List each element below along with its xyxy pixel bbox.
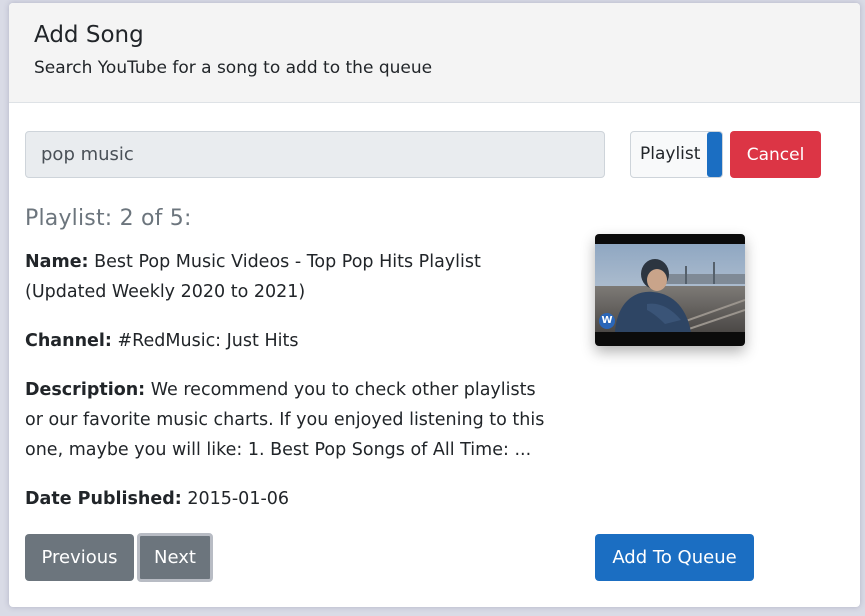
result-info: Name: Best Pop Music Videos - Top Pop Hi… [25, 247, 555, 533]
modal-header: Add Song Search YouTube for a song to ad… [9, 3, 860, 103]
result-channel: Channel: #RedMusic: Just Hits [25, 326, 555, 356]
add-to-queue-button[interactable]: Add To Queue [595, 534, 754, 581]
date-value: 2015-01-06 [187, 489, 290, 509]
previous-button[interactable]: Previous [25, 534, 134, 581]
next-button[interactable]: Next [137, 533, 213, 582]
playlist-toggle-label: Playlist [640, 144, 701, 164]
channel-label: Channel: [25, 331, 112, 351]
name-label: Name: [25, 252, 89, 272]
modal-subtitle: Search YouTube for a song to add to the … [34, 58, 433, 78]
thumbnail-image [595, 244, 745, 332]
channel-value: #RedMusic: Just Hits [117, 331, 299, 351]
result-date: Date Published: 2015-01-06 [25, 484, 555, 514]
result-description: Description: We recommend you to check o… [25, 375, 555, 465]
playlist-toggle[interactable]: Playlist [630, 131, 723, 178]
video-thumbnail: W [595, 234, 745, 346]
name-value: Best Pop Music Videos - Top Pop Hits Pla… [25, 252, 481, 302]
search-input[interactable] [25, 131, 605, 178]
result-heading: Playlist: 2 of 5: [25, 206, 192, 231]
description-label: Description: [25, 380, 146, 400]
date-label: Date Published: [25, 489, 182, 509]
result-name: Name: Best Pop Music Videos - Top Pop Hi… [25, 247, 555, 307]
cancel-button[interactable]: Cancel [730, 131, 821, 178]
modal-title: Add Song [34, 22, 144, 48]
toggle-knob[interactable] [707, 132, 722, 177]
warner-music-logo-icon: W [599, 313, 615, 329]
